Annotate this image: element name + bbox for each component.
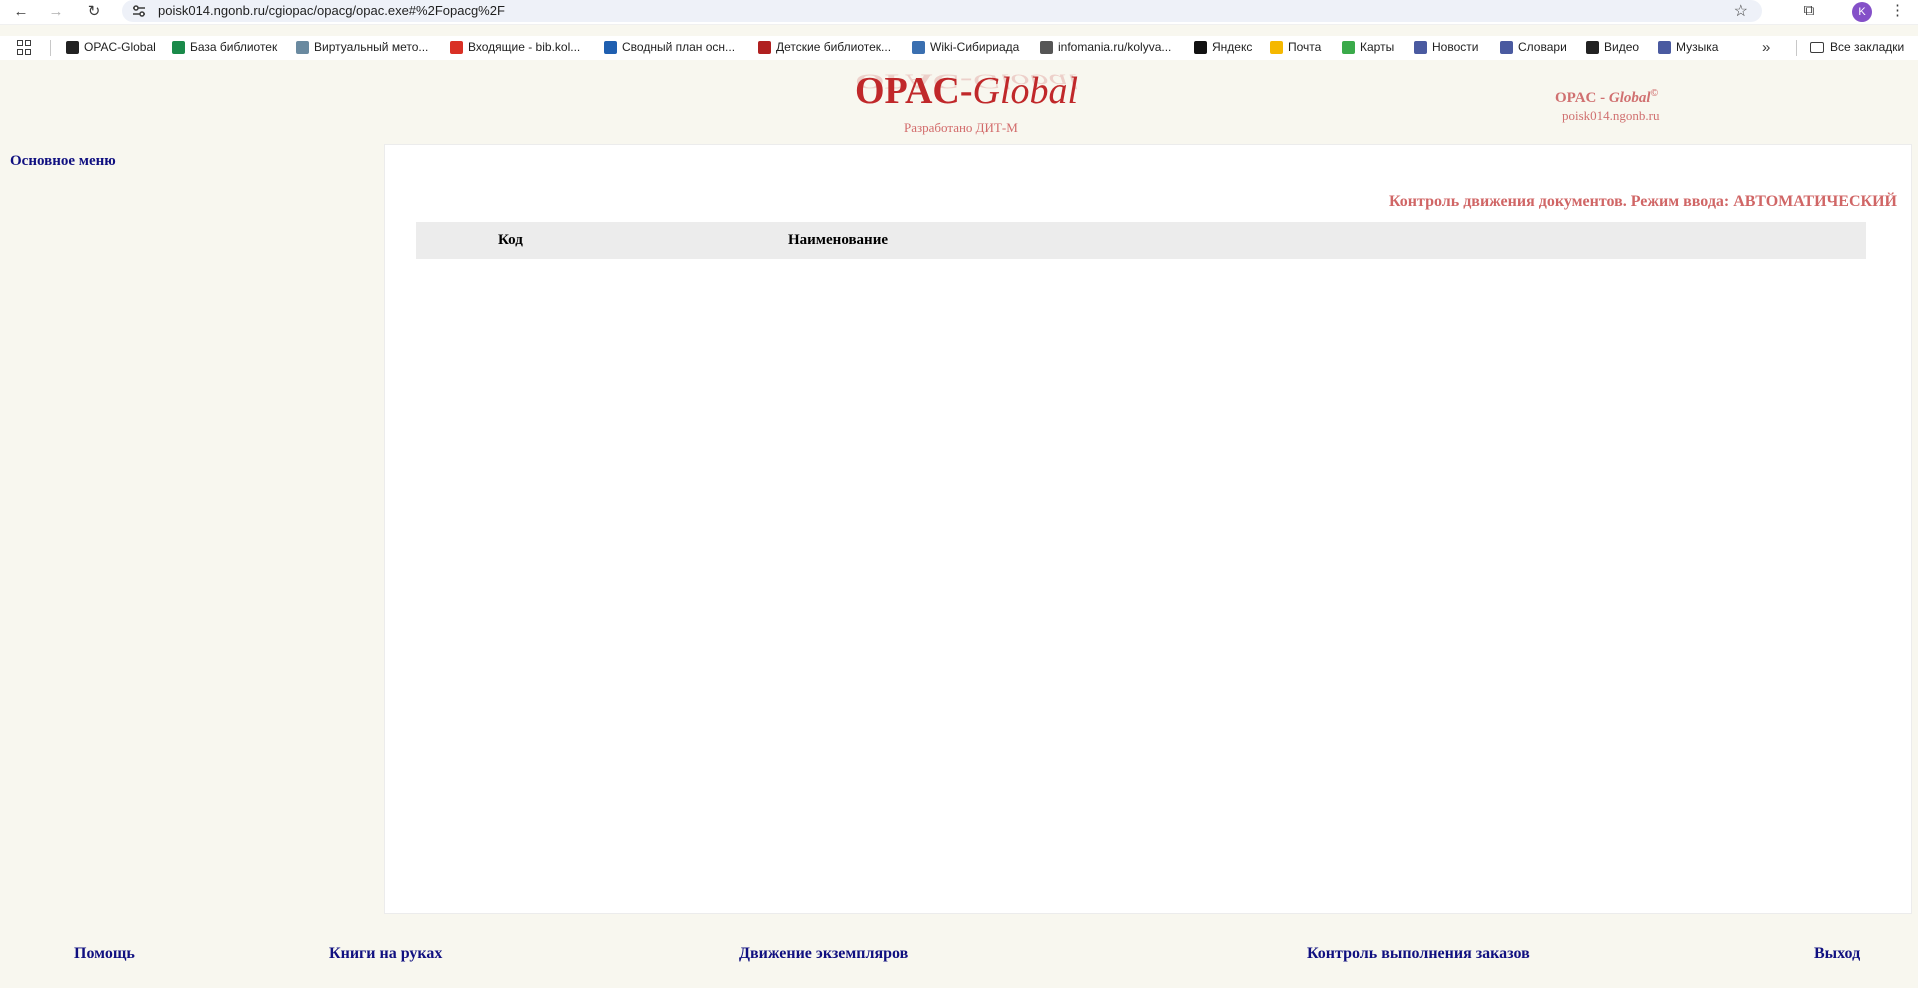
maps-icon bbox=[1342, 40, 1355, 54]
bookmark-item[interactable]: Почта bbox=[1270, 40, 1321, 54]
yandex-icon bbox=[1194, 40, 1207, 54]
bookmark-label: Карты bbox=[1360, 40, 1395, 54]
books-on-hand-link[interactable]: Книги на руках bbox=[329, 945, 442, 963]
bookmark-item[interactable]: Wiki-Сибириада bbox=[912, 40, 1019, 54]
folder-icon bbox=[1810, 41, 1824, 53]
news-icon bbox=[1414, 40, 1427, 54]
music-icon bbox=[1658, 40, 1671, 54]
host-label: poisk014.ngonb.ru bbox=[1562, 108, 1660, 123]
bookmark-label: База библиотек bbox=[190, 40, 278, 54]
bookmarks-bar: OPAC-Global База библиотек Виртуальный мет… bbox=[0, 36, 1918, 60]
plan-icon bbox=[604, 40, 617, 54]
bookmark-item[interactable]: Видео bbox=[1586, 40, 1639, 54]
page: OPAC-Global OPAC-Global Разработано ДИТ-… bbox=[0, 68, 1918, 988]
map-pin-icon bbox=[172, 40, 185, 54]
wiki-icon bbox=[912, 40, 925, 54]
bookmark-item[interactable]: Карты bbox=[1342, 40, 1394, 54]
bookmark-item[interactable]: Входящие - bib.kol... bbox=[450, 40, 580, 54]
bookmark-item[interactable]: Яндекс bbox=[1194, 40, 1252, 54]
menu-icon[interactable]: ⋮ bbox=[1890, 1, 1905, 19]
bookmark-item[interactable]: Сводный план осн... bbox=[604, 40, 735, 54]
more-bookmarks-icon[interactable]: » bbox=[1762, 39, 1770, 56]
divider bbox=[50, 40, 51, 56]
bookmark-label: Виртуальный мето... bbox=[314, 40, 429, 54]
bookmark-label: Сводный план осн... bbox=[622, 40, 736, 54]
bookmark-label: infomania.ru/kolyva... bbox=[1058, 40, 1172, 54]
developer-credit: Разработано ДИТ-М bbox=[904, 120, 1018, 135]
divider bbox=[1796, 40, 1797, 56]
bookmark-star-icon[interactable]: ☆ bbox=[1734, 1, 1748, 21]
site-icon bbox=[296, 40, 309, 54]
extensions-icon[interactable]: ⧉ bbox=[1800, 2, 1818, 20]
bookmark-label: Видео bbox=[1604, 40, 1640, 54]
all-bookmarks-button[interactable]: Все закладки bbox=[1810, 40, 1904, 54]
bookmark-label: Словари bbox=[1518, 40, 1567, 54]
apple-icon bbox=[758, 40, 771, 54]
bookmark-label: Входящие - bib.kol... bbox=[468, 40, 581, 54]
reload-icon[interactable]: ↻ bbox=[84, 2, 104, 22]
dictionary-icon bbox=[1500, 40, 1513, 54]
browser-toolbar: ← → ↻ poisk014.ngonb.ru/cgiopac/opacg/op… bbox=[0, 0, 1918, 25]
bookmark-item[interactable]: Музыка bbox=[1658, 40, 1718, 54]
column-header-code[interactable]: Код bbox=[498, 232, 523, 249]
bookmark-item[interactable]: Новости bbox=[1414, 40, 1478, 54]
site-settings-icon[interactable] bbox=[132, 4, 146, 18]
back-icon[interactable]: ← bbox=[11, 2, 31, 22]
bookmark-item[interactable]: Виртуальный мето... bbox=[296, 40, 428, 54]
all-bookmarks-label: Все закладки bbox=[1830, 40, 1905, 54]
logo-italic: Global bbox=[972, 70, 1079, 112]
url-text[interactable]: poisk014.ngonb.ru/cgiopac/opacg/opac.exe… bbox=[158, 3, 505, 18]
bookmark-label: Детские библиотек... bbox=[776, 40, 892, 54]
order-control-link[interactable]: Контроль выполнения заказов bbox=[1307, 945, 1530, 963]
column-header-name[interactable]: Наименование bbox=[788, 232, 888, 249]
site-logo[interactable]: OPAC-Global bbox=[855, 69, 1078, 113]
page-title: Контроль движения документов. Режим ввод… bbox=[1389, 193, 1897, 210]
mail-icon bbox=[1270, 40, 1283, 54]
bookmark-item[interactable]: База библиотек bbox=[172, 40, 277, 54]
bookmark-label: Музыка bbox=[1676, 40, 1719, 54]
copyright-label: OPAC - Global© bbox=[1555, 88, 1659, 106]
globe-icon bbox=[1040, 40, 1053, 54]
bookmark-icon bbox=[66, 40, 79, 54]
bookmark-label: Яндекс bbox=[1212, 40, 1253, 54]
help-link[interactable]: Помощь bbox=[74, 945, 135, 963]
bookmark-item[interactable]: Словари bbox=[1500, 40, 1567, 54]
address-bar[interactable]: poisk014.ngonb.ru/cgiopac/opacg/opac.exe… bbox=[122, 0, 1762, 22]
bookmark-item[interactable]: OPAC-Global bbox=[66, 40, 156, 54]
apps-grid-icon[interactable] bbox=[17, 40, 33, 56]
main-menu-link[interactable]: Основное меню bbox=[10, 153, 116, 170]
bookmark-label: OPAC-Global bbox=[84, 40, 156, 54]
bookmark-item[interactable]: infomania.ru/kolyva... bbox=[1040, 40, 1171, 54]
exit-link[interactable]: Выход bbox=[1814, 945, 1860, 963]
video-icon bbox=[1586, 40, 1599, 54]
forward-icon[interactable]: → bbox=[46, 2, 66, 22]
bookmark-label: Почта bbox=[1288, 40, 1322, 54]
gmail-icon bbox=[450, 40, 463, 54]
bookmark-label: Wiki-Сибириада bbox=[930, 40, 1020, 54]
copies-movement-link[interactable]: Движение экземпляров bbox=[739, 945, 908, 963]
logo-main: OPAC- bbox=[855, 70, 973, 112]
profile-avatar[interactable]: K bbox=[1852, 2, 1872, 22]
table-header: Код Наименование bbox=[416, 222, 1866, 259]
content-panel: Контроль движения документов. Режим ввод… bbox=[384, 144, 1912, 914]
bookmark-item[interactable]: Детские библиотек... bbox=[758, 40, 891, 54]
bookmark-label: Новости bbox=[1432, 40, 1479, 54]
